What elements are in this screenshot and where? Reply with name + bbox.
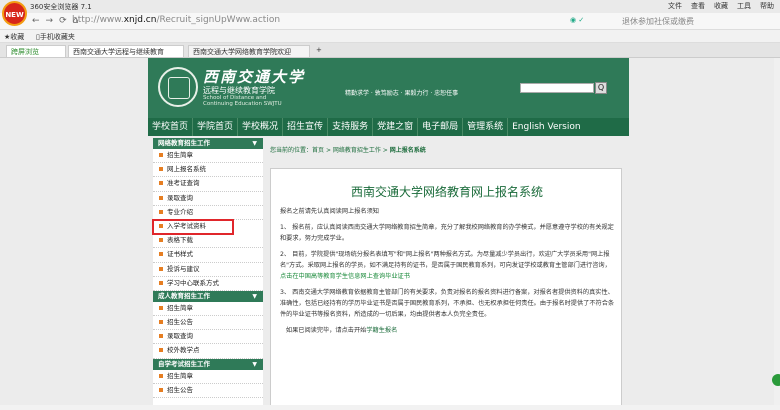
sidebar-item[interactable]: 投诉与建议	[153, 263, 263, 277]
notice-p4: 如果已阅读完毕，请点击开始学籍生报名	[285, 327, 398, 334]
sidebar-item[interactable]: 学习中心联系方式	[153, 277, 263, 291]
nav-party[interactable]: 党建之窗	[373, 118, 419, 136]
bullet-icon	[159, 334, 163, 339]
menu-tools[interactable]: 工具	[737, 1, 751, 11]
section-self-study[interactable]: 自学考试招生工作 ▼	[153, 358, 263, 370]
notice-p2: 2、 目前，学院提供"现场统分报名表填写"和"网上报名"两种报名方式。为尽量减少…	[280, 251, 611, 280]
bullet-icon	[159, 280, 163, 285]
sidebar-item[interactable]: 招生简章	[153, 370, 263, 384]
section-adult-edu[interactable]: 成人教育招生工作 ▼	[153, 290, 263, 302]
breadcrumb-current: 网上报名系统	[389, 147, 426, 154]
favorites-icon[interactable]: ★收藏	[4, 32, 24, 42]
address-bar: ← → ⟳ ⌂ http://www.xnjd.cn/Recruit_signU…	[0, 13, 780, 30]
sidebar-item[interactable]: 招生简章	[153, 149, 263, 164]
sidebar-item[interactable]: 表格下载	[153, 234, 263, 249]
site-search-button[interactable]: Q	[595, 82, 607, 94]
sidebar-item[interactable]: 准考证查询	[153, 177, 263, 192]
favorites-bar: ★收藏 ▯手机收藏夹	[0, 30, 780, 43]
sidebar-item[interactable]: 招生公告	[153, 316, 263, 331]
bullet-icon	[159, 305, 163, 310]
floating-assistant-icon[interactable]	[772, 374, 780, 386]
sidebar-item[interactable]: 录取查询	[153, 192, 263, 206]
notice-body: 报名之前请先认真阅读网上报名须知 1、 报名前，应认真阅读西南交通大学网络教育招…	[280, 206, 615, 341]
bullet-icon	[159, 373, 163, 378]
tab-cross-screen[interactable]: 跨屏浏览	[6, 45, 66, 57]
site-header: 西南交通大学 远程与继续教育学院 School of Distance and …	[148, 58, 629, 118]
menu-help[interactable]: 帮助	[760, 1, 774, 11]
nav-english[interactable]: English Version	[508, 118, 584, 136]
nav-admissions[interactable]: 招生宣传	[283, 118, 329, 136]
notice-intro: 报名之前请先认真阅读网上报名须知	[280, 208, 379, 215]
main-nav: 学校首页 学院首页 学校概况 招生宣传 支持服务 党建之窗 电子邮局 管理系统 …	[148, 118, 629, 136]
bullet-icon	[159, 320, 163, 325]
title-bar: 360安全浏览器 7.1 文件 查看 收藏 工具 帮助	[0, 0, 780, 13]
bullet-icon	[159, 223, 163, 228]
nav-college-home[interactable]: 学院首页	[193, 118, 239, 136]
tab-swjtu-net[interactable]: 西南交通大学网络教育学院欢迎	[188, 45, 310, 57]
section-network-edu[interactable]: 网络教育招生工作 ▼	[153, 138, 263, 149]
url-domain: xnjd.cn	[123, 15, 157, 25]
bullet-icon	[159, 209, 163, 214]
sidebar-item[interactable]: 证书样式	[153, 248, 263, 263]
sidebar-item[interactable]: 校外教学点	[153, 344, 263, 359]
sidebar-item[interactable]: 招生简章	[153, 302, 263, 317]
verify-certificate-link[interactable]: 点击在中国高等教育学生信息网上查询毕业证书	[280, 273, 410, 280]
university-emblem-icon	[158, 67, 198, 107]
logo-chinese: 西南交通大学	[203, 68, 306, 86]
vertical-scrollbar[interactable]	[774, 58, 780, 408]
start-signup-link[interactable]: 学籍生报名	[366, 327, 397, 334]
browser-menu: 文件 查看 收藏 工具 帮助	[668, 1, 774, 11]
breadcrumb-section[interactable]: 网络教育招生工作	[333, 147, 381, 154]
chevron-down-icon: ▼	[252, 292, 257, 300]
nav-school-home[interactable]: 学校首页	[148, 118, 194, 136]
tab-swjtu-remote[interactable]: 西南交通大学远程与继续教育	[68, 45, 184, 57]
page-title: 西南交通大学网络教育网上报名系统	[350, 185, 543, 199]
app-title: 360安全浏览器 7.1	[30, 3, 92, 11]
site-search-input[interactable]	[520, 83, 594, 93]
menu-favorites[interactable]: 收藏	[714, 1, 728, 11]
notice-p3: 3、 西南交通大学网络教育依据教育主管部门的有关要求，负责对报名的报名资料进行备…	[280, 289, 615, 318]
refresh-icon[interactable]: ⟳	[59, 16, 67, 26]
sidebar-item-highlighted[interactable]: 入学考试资料	[152, 218, 234, 236]
chevron-down-icon: ▼	[252, 140, 257, 147]
bullet-icon	[159, 238, 163, 243]
sidebar-item[interactable]: 招生公告	[153, 384, 263, 398]
nav-support[interactable]: 支持服务	[328, 118, 374, 136]
back-icon[interactable]: ←	[32, 16, 40, 26]
motto: 精勤求学 · 敦笃励志 · 果毅力行 · 忠恕任事	[345, 90, 459, 97]
tab-bar: 跨屏浏览 西南交通大学远程与继续教育 西南交通大学网络教育学院欢迎 +	[0, 43, 780, 58]
menu-file[interactable]: 文件	[668, 1, 682, 11]
sidebar-item[interactable]: 网上报名系统	[153, 163, 263, 178]
bullet-icon	[159, 153, 163, 157]
bullet-icon	[159, 252, 163, 257]
nav-management[interactable]: 管理系统	[463, 118, 509, 136]
sidebar-item[interactable]: 录取查询	[153, 330, 263, 345]
bullet-icon	[159, 348, 163, 353]
logo-english: School of Distance and Continuing Educat…	[203, 95, 282, 107]
security-icon[interactable]: ◉ ✓	[570, 16, 584, 24]
new-tab-button[interactable]: +	[312, 45, 324, 57]
sidebar-item[interactable]: 专业介绍	[153, 206, 263, 220]
bullet-icon	[159, 181, 163, 186]
bullet-icon	[159, 167, 163, 172]
fav-mobile[interactable]: ▯手机收藏夹	[36, 32, 75, 42]
search-box[interactable]: 退休参加社保或缴费	[622, 16, 694, 27]
url-field[interactable]: http://www.xnjd.cn/Recruit_signUpWww.act…	[72, 15, 280, 25]
bullet-icon	[159, 266, 163, 271]
notice-p1: 1、 报名前，应认真阅读西南交通大学网络教育招生简章，充分了解我校网络教育的办学…	[280, 224, 614, 242]
new-badge-icon: NEW	[2, 1, 27, 26]
content-panel: 西南交通大学网络教育网上报名系统 报名之前请先认真阅读网上报名须知 1、 报名前…	[270, 168, 622, 406]
sidebar: 网络教育招生工作 ▼ 招生简章 网上报名系统 准考证查询 录取查询 专业介绍 入学…	[152, 138, 263, 410]
forward-icon[interactable]: →	[46, 16, 54, 26]
nav-overview[interactable]: 学校概况	[238, 118, 284, 136]
chevron-down-icon: ▼	[252, 360, 257, 368]
bullet-icon	[159, 387, 163, 392]
breadcrumb-home[interactable]: 首页	[312, 147, 324, 154]
menu-view[interactable]: 查看	[691, 1, 705, 11]
breadcrumb: 您当前的位置：首页 > 网络教育招生工作 > 网上报名系统	[270, 147, 426, 154]
status-bar	[0, 405, 780, 410]
nav-email[interactable]: 电子邮局	[418, 118, 464, 136]
bullet-icon	[159, 195, 163, 200]
